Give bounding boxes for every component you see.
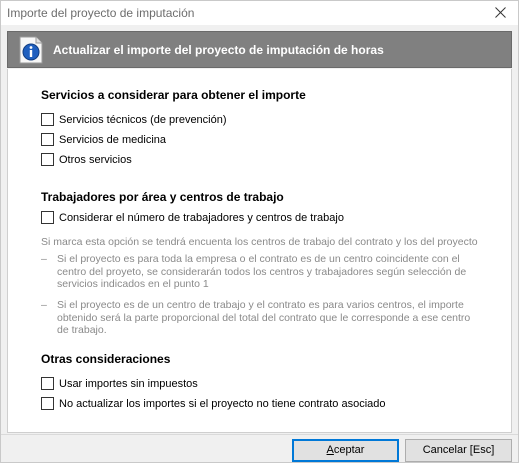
checkbox-servicios-medicina[interactable]: Servicios de medicina: [41, 132, 166, 147]
checkbox-label: Usar importes sin impuestos: [59, 377, 198, 390]
workers-bullet-1: – Si el proyecto es para toda la empresa…: [41, 253, 481, 291]
checkbox-label: Otros servicios: [59, 153, 132, 166]
bullet-marker: –: [41, 253, 47, 265]
checkbox-no-actualizar-sin-contrato[interactable]: No actualizar los importes si el proyect…: [41, 396, 386, 411]
checkbox-box[interactable]: [41, 377, 54, 390]
workers-note: Si marca esta opción se tendrá encuenta …: [41, 236, 478, 248]
checkbox-label: Considerar el número de trabajadores y c…: [59, 211, 344, 224]
checkbox-box[interactable]: [41, 153, 54, 166]
bullet-text: Si el proyecto es de un centro de trabaj…: [57, 299, 471, 336]
banner-title: Actualizar el importe del proyecto de im…: [53, 43, 384, 57]
other-heading: Otras consideraciones: [41, 352, 171, 366]
checkbox-label: No actualizar los importes si el proyect…: [59, 397, 386, 410]
accept-label: ceptar: [333, 444, 365, 456]
checkbox-otros-servicios[interactable]: Otros servicios: [41, 152, 132, 167]
checkbox-box[interactable]: [41, 133, 54, 146]
cancel-button[interactable]: Cancelar [Esc]: [405, 439, 512, 462]
header-banner: Actualizar el importe del proyecto de im…: [7, 31, 512, 68]
close-button[interactable]: [484, 1, 518, 25]
checkbox-servicios-tecnicos[interactable]: Servicios técnicos (de prevención): [41, 112, 227, 127]
services-heading: Servicios a considerar para obtener el i…: [41, 88, 306, 102]
checkbox-box[interactable]: [41, 211, 54, 224]
checkbox-box[interactable]: [41, 397, 54, 410]
footer-divider: [1, 434, 518, 435]
bullet-text: Si el proyecto es para toda la empresa o…: [57, 253, 467, 290]
title-bar: Importe del proyecto de imputación: [1, 1, 518, 25]
checkbox-considerar-trabajadores[interactable]: Considerar el número de trabajadores y c…: [41, 210, 344, 225]
checkbox-label: Servicios de medicina: [59, 133, 166, 146]
checkbox-importes-sin-impuestos[interactable]: Usar importes sin impuestos: [41, 376, 198, 391]
checkbox-box[interactable]: [41, 113, 54, 126]
window-title: Importe del proyecto de imputación: [7, 6, 195, 20]
info-icon: [19, 36, 43, 64]
bullet-marker: –: [41, 299, 47, 311]
accept-mnemonic: A: [326, 444, 334, 456]
workers-heading: Trabajadores por área y centros de traba…: [41, 190, 284, 204]
checkbox-label: Servicios técnicos (de prevención): [59, 113, 227, 126]
close-icon: [495, 7, 506, 18]
workers-bullet-2: – Si el proyecto es de un centro de trab…: [41, 299, 481, 337]
dialog-window: Importe del proyecto de imputación Actua…: [0, 0, 519, 463]
accept-button[interactable]: Aceptar: [292, 439, 399, 462]
